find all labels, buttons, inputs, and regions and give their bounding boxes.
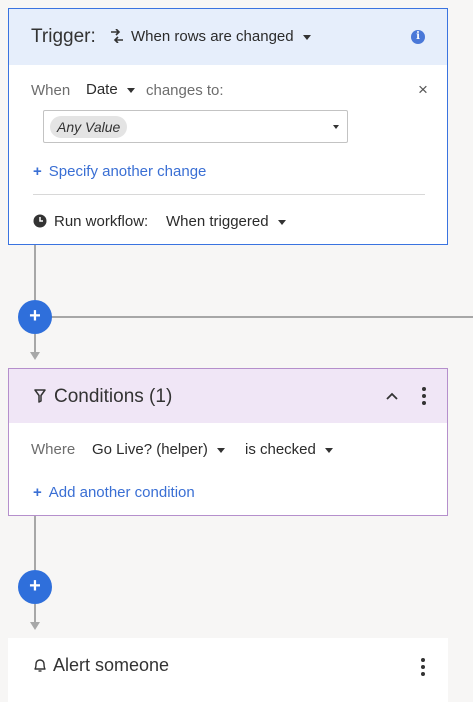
chevron-down-icon — [216, 447, 225, 453]
more-options-icon[interactable] — [422, 387, 426, 408]
condition-operator-label: is checked — [245, 441, 316, 458]
chevron-down-icon — [324, 447, 333, 453]
where-label: Where — [31, 441, 76, 458]
conditions-card: Conditions (1) Where Go Live? (helper) i… — [8, 368, 448, 516]
branch-line — [50, 316, 473, 318]
condition-field-dropdown[interactable]: Go Live? (helper) — [92, 441, 225, 458]
trigger-event-dropdown[interactable]: When rows are changed — [109, 28, 311, 45]
chevron-down-icon — [302, 34, 311, 40]
arrow-down-icon — [30, 352, 40, 360]
clock-icon — [33, 214, 47, 228]
trigger-event-label: When rows are changed — [131, 28, 294, 45]
trigger-card: Trigger: When rows are changed i When Da… — [8, 8, 448, 245]
run-workflow-dropdown[interactable]: When triggered — [166, 213, 286, 230]
alert-card[interactable]: Alert someone — [8, 638, 448, 702]
value-chip: Any Value — [50, 116, 128, 138]
plus-icon: + — [33, 163, 42, 180]
specify-another-change-label: Specify another change — [48, 163, 207, 180]
trigger-label: Trigger: — [31, 26, 96, 47]
more-options-icon[interactable] — [421, 658, 425, 679]
close-icon[interactable]: × — [418, 80, 428, 100]
rows-changed-icon — [111, 28, 123, 44]
add-step-button[interactable]: + — [18, 300, 52, 334]
chevron-down-icon — [333, 125, 339, 129]
add-another-condition-link[interactable]: + Add another condition — [33, 484, 195, 501]
when-label: When — [31, 82, 71, 99]
add-step-button[interactable]: + — [18, 570, 52, 604]
conditions-header: Conditions (1) — [9, 369, 447, 423]
divider — [33, 194, 425, 195]
connector-line — [34, 245, 36, 300]
connector-line — [34, 516, 36, 570]
connector-line — [34, 334, 36, 352]
plus-icon: + — [33, 484, 42, 501]
field-dropdown-label: Date — [86, 81, 118, 98]
chevron-down-icon — [126, 87, 135, 93]
conditions-title: Conditions (1) — [54, 386, 173, 407]
run-workflow-value: When triggered — [166, 213, 269, 230]
condition-operator-dropdown[interactable]: is checked — [245, 441, 333, 458]
changes-to-label: changes to: — [146, 82, 224, 99]
info-icon[interactable]: i — [411, 30, 425, 44]
arrow-down-icon — [30, 622, 40, 630]
run-workflow-label: Run workflow: — [54, 213, 149, 230]
value-select[interactable]: Any Value — [43, 110, 348, 143]
chevron-up-icon[interactable] — [386, 392, 398, 400]
add-another-condition-label: Add another condition — [48, 484, 195, 501]
filter-icon — [34, 389, 46, 403]
trigger-header: Trigger: When rows are changed i — [9, 9, 447, 65]
specify-another-change-link[interactable]: + Specify another change — [33, 163, 206, 180]
bell-icon — [34, 659, 46, 672]
chevron-down-icon — [277, 219, 286, 225]
connector-line — [34, 604, 36, 622]
field-dropdown[interactable]: Date — [86, 81, 135, 98]
condition-field-label: Go Live? (helper) — [92, 441, 208, 458]
alert-title: Alert someone — [53, 655, 170, 675]
